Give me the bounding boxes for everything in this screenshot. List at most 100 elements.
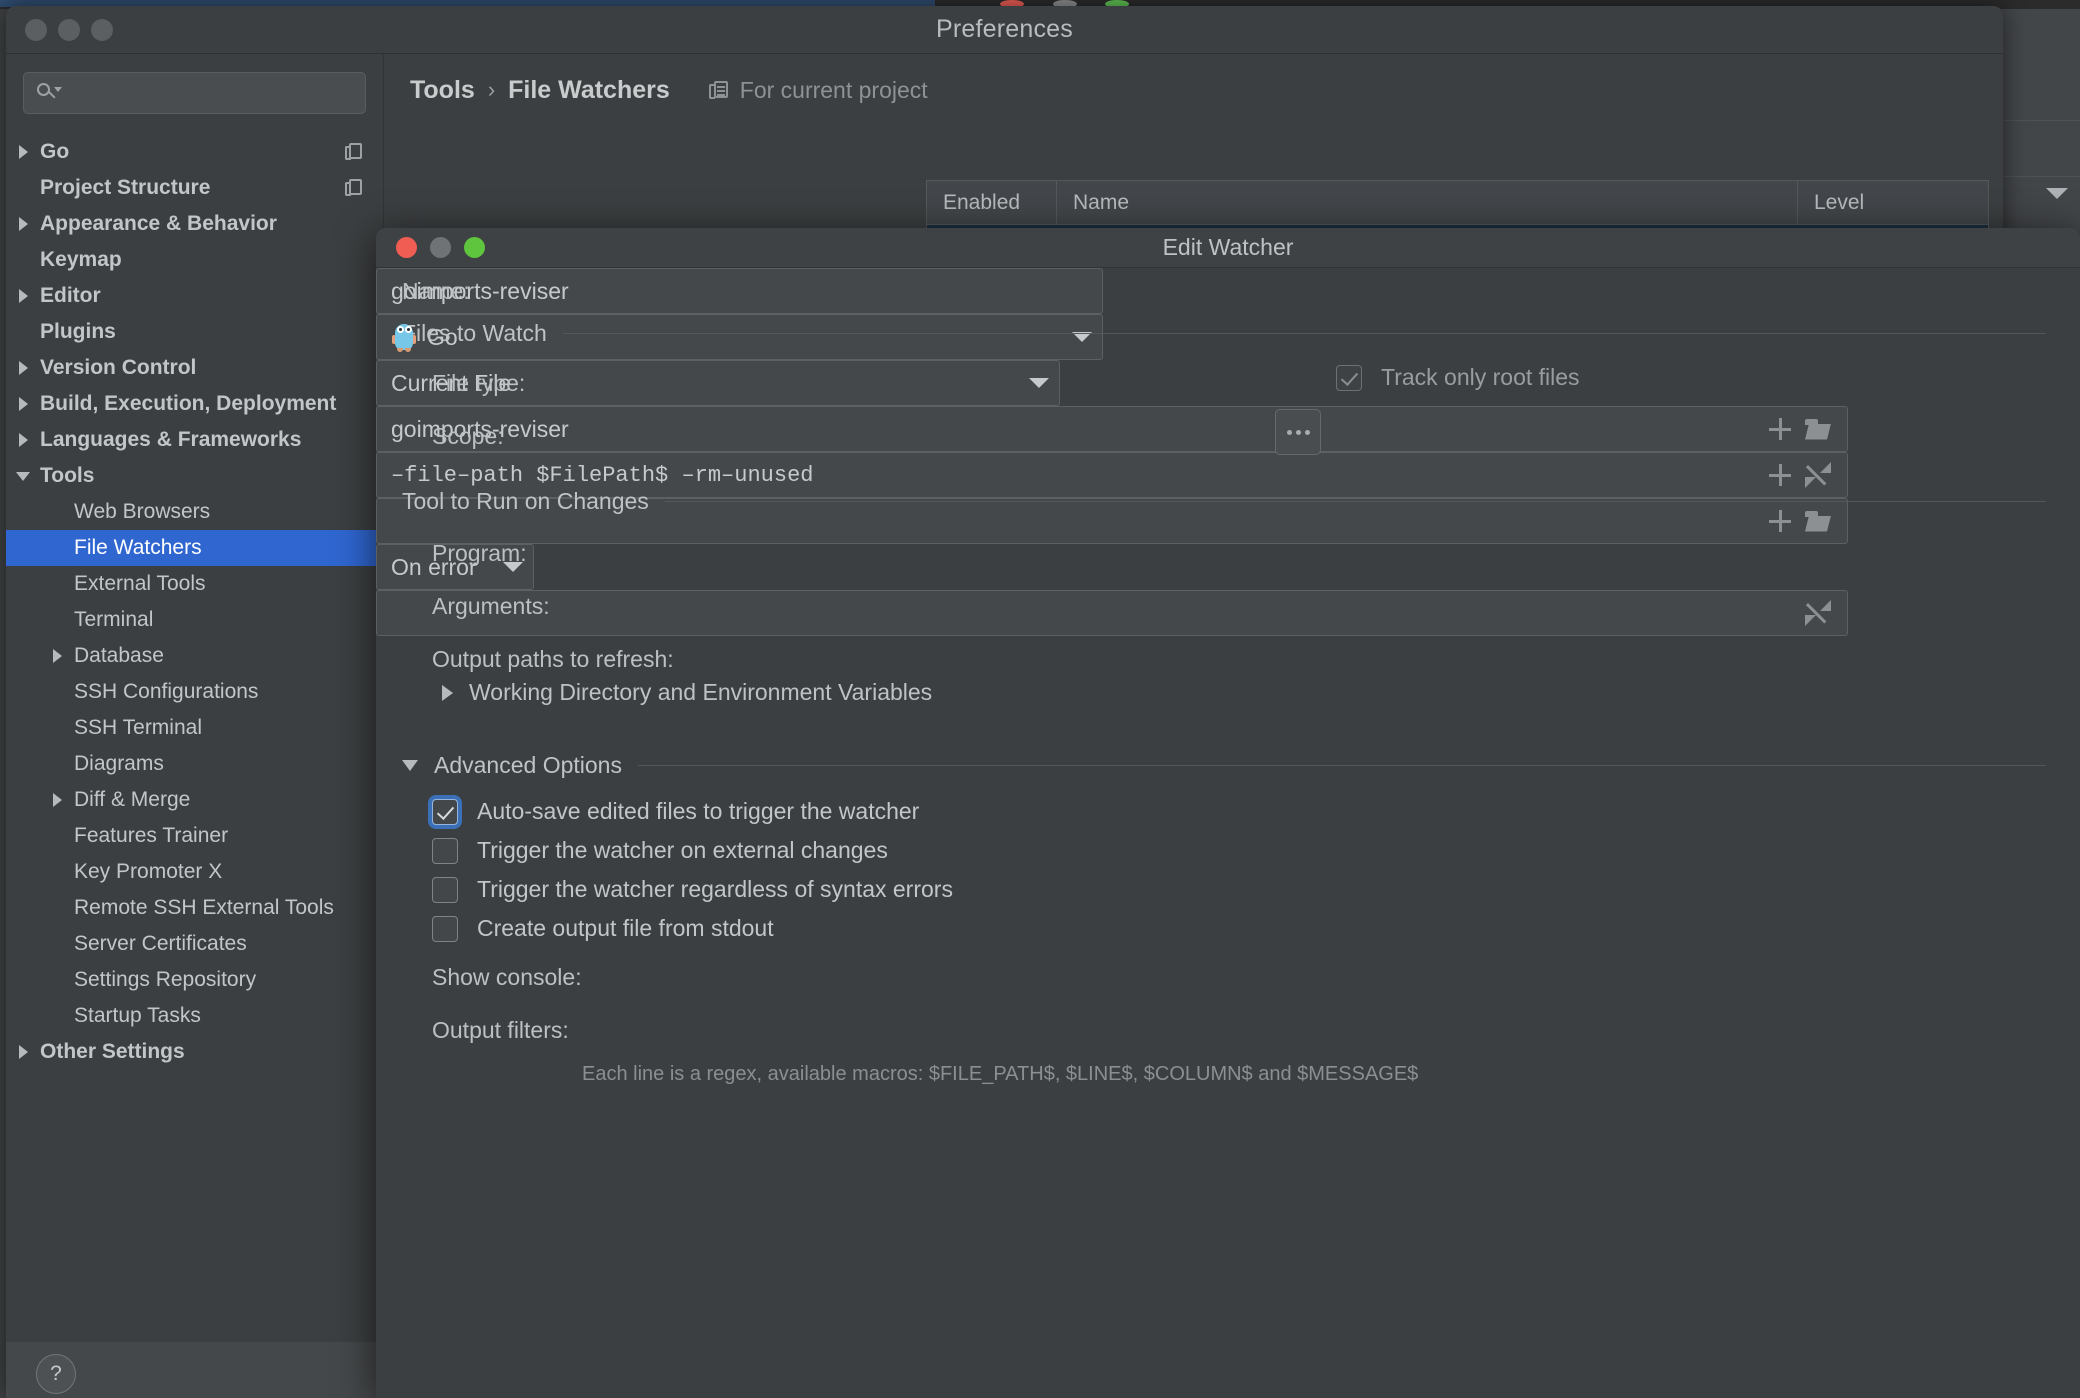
track-only-root-files-label: Track only root files — [1381, 364, 1580, 391]
sidebar-item-external-tools[interactable]: External Tools — [6, 566, 383, 602]
chevron-down-icon[interactable] — [402, 760, 418, 771]
expand-editor-icon[interactable] — [1805, 462, 1831, 488]
sidebar-item-web-browsers[interactable]: Web Browsers — [6, 494, 383, 530]
sidebar-item-diff-merge[interactable]: Diff & Merge — [6, 782, 383, 818]
sidebar-item-project-structure[interactable]: Project Structure — [6, 170, 383, 206]
sidebar-item-build-execution-deployment[interactable]: Build, Execution, Deployment — [6, 386, 383, 422]
program-label: Program: — [432, 540, 527, 567]
create-output-file-row[interactable]: Create output file from stdout — [432, 915, 774, 942]
name-input[interactable]: goimports-reviser — [376, 268, 1103, 314]
working-directory-disclosure[interactable]: Working Directory and Environment Variab… — [442, 679, 932, 706]
chevron-right-icon[interactable] — [19, 289, 28, 303]
auto-save-checkbox[interactable] — [432, 799, 458, 825]
output-filters-hint: Each line is a regex, available macros: … — [582, 1063, 1418, 1086]
column-header-name[interactable]: Name — [1057, 181, 1798, 224]
trigger-external-changes-checkbox[interactable] — [432, 838, 458, 864]
column-header-level[interactable]: Level — [1798, 181, 1988, 224]
sidebar-item-settings-repository[interactable]: Settings Repository — [6, 962, 383, 998]
chevron-right-icon[interactable] — [19, 397, 28, 411]
sidebar-item-key-promoter-x[interactable]: Key Promoter X — [6, 854, 383, 890]
copy-settings-icon[interactable] — [345, 177, 367, 199]
dialog-body: Name: goimports-reviser Files to Watch F… — [376, 268, 2080, 1398]
sidebar-item-go[interactable]: Go — [6, 134, 383, 170]
screen-root: Preferences GoProject StructureAppearanc… — [0, 0, 2080, 1398]
tool-to-run-title: Tool to Run on Changes — [402, 488, 649, 515]
sidebar-item-other-settings[interactable]: Other Settings — [6, 1034, 383, 1070]
sidebar-item-label: SSH Configurations — [74, 680, 375, 704]
advanced-options-title: Advanced Options — [434, 752, 622, 779]
sidebar-item-diagrams[interactable]: Diagrams — [6, 746, 383, 782]
sidebar-item-languages-frameworks[interactable]: Languages & Frameworks — [6, 422, 383, 458]
folder-browse-icon[interactable] — [1805, 419, 1831, 440]
insert-macro-icon[interactable] — [1769, 464, 1791, 486]
search-input[interactable] — [60, 82, 353, 104]
scope-note: For current project — [709, 77, 928, 104]
sidebar-item-database[interactable]: Database — [6, 638, 383, 674]
sidebar-item-label: Keymap — [40, 248, 375, 272]
arguments-label-wrap: Arguments: — [432, 593, 550, 620]
column-header-enabled[interactable]: Enabled — [927, 181, 1057, 224]
expand-editor-icon[interactable] — [1805, 600, 1831, 626]
files-to-watch-section: Files to Watch — [402, 320, 2046, 347]
arguments-input-value: –file–path $FilePath$ –rm–unused — [391, 463, 813, 488]
name-field-label-wrap: Name: — [402, 278, 470, 305]
preferences-window-title: Preferences — [6, 15, 2003, 44]
search-icon — [36, 81, 60, 105]
chevron-right-icon[interactable] — [53, 793, 62, 807]
scope-browse-button[interactable] — [1275, 409, 1321, 455]
copy-settings-icon[interactable] — [345, 141, 367, 163]
trigger-syntax-errors-label: Trigger the watcher regardless of syntax… — [477, 876, 953, 903]
breadcrumb-root[interactable]: Tools — [410, 76, 475, 105]
chevron-right-icon[interactable] — [19, 361, 28, 375]
sidebar-item-startup-tasks[interactable]: Startup Tasks — [6, 998, 383, 1034]
sidebar-item-tools[interactable]: Tools — [6, 458, 383, 494]
trigger-external-changes-row[interactable]: Trigger the watcher on external changes — [432, 837, 888, 864]
sidebar-item-file-watchers[interactable]: File Watchers — [6, 530, 383, 566]
settings-search-box[interactable] — [23, 72, 366, 114]
sidebar-item-appearance-behavior[interactable]: Appearance & Behavior — [6, 206, 383, 242]
sidebar-item-ssh-terminal[interactable]: SSH Terminal — [6, 710, 383, 746]
insert-macro-icon[interactable] — [1769, 418, 1791, 440]
chevron-right-icon[interactable] — [19, 145, 28, 159]
auto-save-checkbox-row[interactable]: Auto-save edited files to trigger the wa… — [432, 798, 919, 825]
scope-note-label: For current project — [740, 77, 928, 104]
sidebar-item-label: Web Browsers — [74, 500, 375, 524]
document-copy-icon — [709, 79, 731, 101]
sidebar-item-version-control[interactable]: Version Control — [6, 350, 383, 386]
trigger-syntax-errors-checkbox[interactable] — [432, 877, 458, 903]
sidebar-item-server-certificates[interactable]: Server Certificates — [6, 926, 383, 962]
output-filters-input[interactable] — [376, 590, 1848, 636]
chevron-right-icon[interactable] — [442, 685, 453, 701]
advanced-options-section[interactable]: Advanced Options — [402, 752, 2046, 779]
chevron-down-icon[interactable] — [1029, 378, 1049, 388]
sidebar-item-keymap[interactable]: Keymap — [6, 242, 383, 278]
program-input[interactable]: goimports-reviser — [376, 406, 1848, 452]
sidebar-item-label: Build, Execution, Deployment — [40, 392, 375, 416]
chevron-right-icon[interactable] — [19, 217, 28, 231]
track-only-root-files-row[interactable]: Track only root files — [1336, 364, 1580, 391]
output-filters-label: Output filters: — [432, 1017, 569, 1044]
sidebar-item-label: Database — [74, 644, 375, 668]
chevron-down-icon[interactable] — [16, 472, 30, 481]
sidebar-item-label: SSH Terminal — [74, 716, 375, 740]
chevron-right-icon[interactable] — [19, 433, 28, 447]
help-button[interactable]: ? — [36, 1354, 76, 1394]
insert-macro-icon[interactable] — [1769, 510, 1791, 532]
track-only-root-files-checkbox[interactable] — [1336, 365, 1362, 391]
sidebar-item-remote-ssh-external-tools[interactable]: Remote SSH External Tools — [6, 890, 383, 926]
sidebar-item-plugins[interactable]: Plugins — [6, 314, 383, 350]
sidebar-item-ssh-configurations[interactable]: SSH Configurations — [6, 674, 383, 710]
sidebar-item-label: Languages & Frameworks — [40, 428, 375, 452]
chevron-right-icon[interactable] — [19, 1045, 28, 1059]
trigger-syntax-errors-row[interactable]: Trigger the watcher regardless of syntax… — [432, 876, 953, 903]
sidebar-item-features-trainer[interactable]: Features Trainer — [6, 818, 383, 854]
folder-browse-icon[interactable] — [1805, 511, 1831, 532]
chevron-right-icon[interactable] — [53, 649, 62, 663]
file-type-label: File type: — [432, 370, 525, 397]
sidebar-item-label: Startup Tasks — [74, 1004, 375, 1028]
edit-watcher-dialog: Edit Watcher Name: goimports-reviser Fil… — [376, 228, 2080, 1398]
sidebar-item-terminal[interactable]: Terminal — [6, 602, 383, 638]
sidebar-item-label: Terminal — [74, 608, 375, 632]
create-output-file-checkbox[interactable] — [432, 916, 458, 942]
sidebar-item-editor[interactable]: Editor — [6, 278, 383, 314]
